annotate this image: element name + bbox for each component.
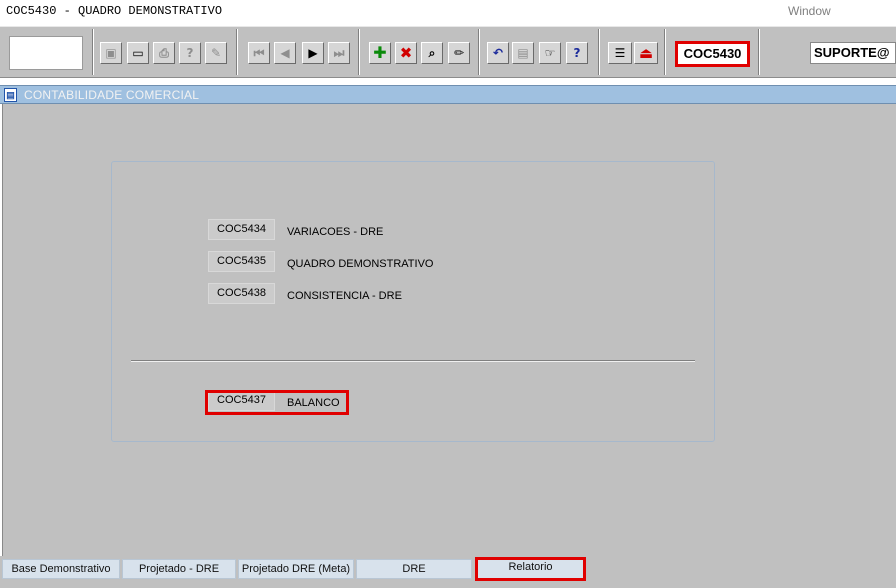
tab-projetado-dre[interactable]: Projetado - DRE [122,559,236,579]
clipboard-icon: ▤ [517,46,529,60]
delete-record-icon: ✖ [399,44,413,62]
toolbar: ▣ ▭ ⎙? ✎ ⏮ ◀ ▶ ⏭ ✚ ✖ ⌕ ✏ ↶ ▤ ☞? ☰ ⏏ COC5430 SUPORTE@ [0,26,896,78]
menu-button[interactable]: ☰ [608,42,632,64]
exit-button[interactable]: ⏏ [634,42,658,64]
panel-title: CONTABILIDADE COMERCIAL [24,88,200,102]
undo-button[interactable]: ↶ [487,42,509,64]
save-icon: ▣ [105,46,117,60]
delete-record-button[interactable]: ✖ [395,42,417,64]
insert-record-button[interactable]: ✚ [369,42,391,64]
report-label-coc5435: QUADRO DEMONSTRATIVO [287,258,434,270]
toolbar-separator [236,29,238,75]
undo-icon: ↶ [492,46,504,60]
report-button-coc5438[interactable]: COC5438 [208,283,275,304]
edit-query-icon: ✎ [210,46,222,60]
report-label-coc5438: CONSISTENCIA - DRE [287,290,402,302]
tab-base-demonstrativo[interactable]: Base Demonstrativo [2,559,120,579]
exit-icon: ⏏ [638,44,654,62]
logo-area [9,36,83,70]
edit-record-button[interactable]: ✏ [448,42,470,64]
report-label-coc5434: VARIACOES - DRE [287,226,384,238]
tab-projetado-dre-meta[interactable]: Projetado DRE (Meta) [238,559,354,579]
window-menu[interactable]: Window [788,4,831,18]
toolbar-separator [598,29,600,75]
screen-icon: ▭ [132,46,144,60]
window-title: COC5430 - QUADRO DEMONSTRATIVO [6,4,223,18]
tab-bar: Base Demonstrativo Projetado - DRE Proje… [0,556,896,588]
panel-header: ▤ CONTABILIDADE COMERCIAL [0,85,896,104]
find-record-button[interactable]: ⌕ [421,42,443,64]
help-hand-button[interactable]: ☞ [539,42,561,64]
edit-query-button[interactable]: ✎ [205,42,227,64]
previous-record-icon: ◀ [280,46,290,60]
query-icon: ? [186,46,194,60]
help-button[interactable]: ? [566,42,588,64]
user-field: SUPORTE@ [810,42,896,64]
save-button[interactable]: ▣ [100,42,122,64]
find-record-icon: ⌕ [428,46,436,60]
toolbar-separator [92,29,94,75]
menu-icon: ☰ [614,46,626,60]
tab-dre[interactable]: DRE [356,559,472,579]
report-button-coc5434[interactable]: COC5434 [208,219,275,240]
title-bar: COC5430 - QUADRO DEMONSTRATIVO Window [0,0,896,24]
help-hand-icon: ☞ [544,46,556,60]
balanco-highlight-box [205,390,349,415]
first-record-button[interactable]: ⏮ [248,42,270,64]
next-record-button[interactable]: ▶ [302,42,324,64]
toolbar-separator [358,29,360,75]
query-button[interactable]: ? [179,42,201,64]
program-code-field: COC5430 [675,41,750,67]
insert-record-icon: ✚ [373,43,387,62]
print-button[interactable]: ⎙ [153,42,175,64]
toolbar-separator [478,29,480,75]
form-icon: ▤ [4,88,17,102]
help-icon: ? [573,46,581,60]
last-record-icon: ⏭ [333,46,345,60]
screen-button[interactable]: ▭ [127,42,149,64]
clipboard-button[interactable]: ▤ [512,42,534,64]
toolbar-separator [664,29,666,75]
section-divider [131,360,695,362]
report-button-coc5435[interactable]: COC5435 [208,251,275,272]
toolbar-separator [758,29,760,75]
print-icon: ⎙ [159,46,169,60]
next-record-icon: ▶ [308,46,318,60]
report-frame: COC5434 VARIACOES - DRE COC5435 QUADRO D… [111,161,715,442]
edit-record-icon: ✏ [453,46,465,60]
main-content: COC5434 VARIACOES - DRE COC5435 QUADRO D… [2,104,896,556]
previous-record-button[interactable]: ◀ [274,42,296,64]
tab-relatorio[interactable]: Relatorio [475,557,586,581]
last-record-button[interactable]: ⏭ [328,42,350,64]
first-record-icon: ⏮ [253,46,265,60]
